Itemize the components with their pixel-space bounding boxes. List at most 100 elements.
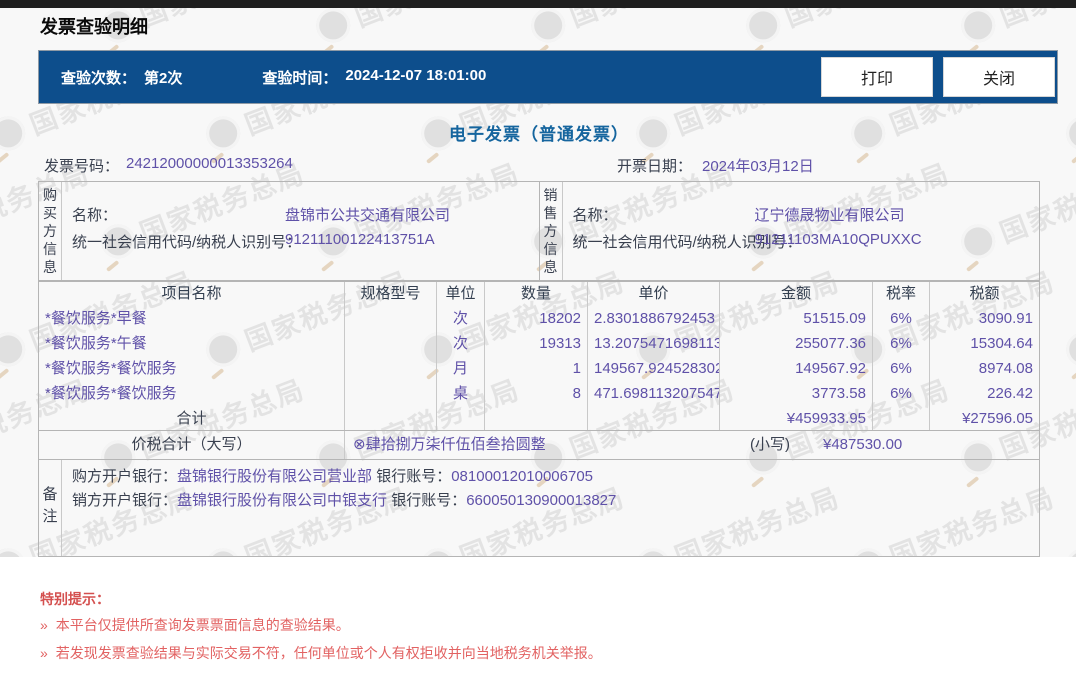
amount-cell: 255077.36 bbox=[720, 331, 873, 356]
page-title: 发票查验明细 bbox=[40, 17, 148, 37]
verification-toolbar: 查验次数： 第2次 查验时间： 2024-12-07 18:01:00 打印 关… bbox=[38, 50, 1058, 104]
unit-cell: 次 bbox=[437, 331, 485, 356]
buyer-account-number: 08100012010006705 bbox=[451, 468, 594, 485]
invoice-meta-row: 发票号码： 24212000000013353264 开票日期： 2024年03… bbox=[38, 155, 1040, 175]
seller-account-label: 银行账号： bbox=[387, 492, 467, 509]
bullet-icon: » bbox=[40, 617, 48, 633]
tax-sum-row: 价税合计（大写） ⊗肆拾捌万柒仟伍佰叁拾圆整 (小写) ¥487530.00 bbox=[38, 430, 1040, 460]
unit-cell: 月 bbox=[437, 356, 485, 381]
col-header-tax-rate: 税率 bbox=[873, 282, 930, 306]
invoice-number-label: 发票号码： bbox=[44, 158, 120, 175]
unit-cell: 桌 bbox=[437, 381, 485, 406]
empty-cell bbox=[873, 406, 930, 431]
empty-cell bbox=[485, 406, 588, 431]
seller-section: 销售方信息 名称： 辽宁德晟物业有限公司 统一社会信用代码/纳税人识别号： 91… bbox=[540, 182, 1040, 280]
amount-small-value: ¥487530.00 bbox=[823, 436, 903, 453]
tax-rate-cell: 6% bbox=[873, 306, 930, 331]
check-count-label: 查验次数： bbox=[61, 69, 137, 87]
tax-amount-cell: 8974.08 bbox=[978, 360, 1033, 377]
empty-cell bbox=[437, 406, 485, 431]
remarks-box: 备注 购方开户银行：盘锦银行股份有限公司营业部 银行账号：08100012010… bbox=[38, 460, 1040, 557]
quantity-cell: 19313 bbox=[485, 331, 588, 356]
special-note-title: 特别提示： bbox=[40, 591, 110, 607]
total-tax: ¥27596.05 bbox=[962, 410, 1033, 427]
bullet-icon: » bbox=[40, 645, 48, 661]
empty-cell bbox=[345, 406, 437, 431]
seller-name-label: 名称： bbox=[572, 207, 618, 224]
tax-amount-cell: 15304.64 bbox=[970, 335, 1033, 352]
seller-bank-name: 盘锦银行股份有限公司中银支行 bbox=[177, 492, 388, 509]
col-header-unit-price: 单价 bbox=[588, 282, 720, 306]
col-header-quantity: 数量 bbox=[485, 282, 588, 306]
buyer-account-label: 银行账号： bbox=[372, 468, 452, 485]
buyer-name-value: 盘锦市公共交通有限公司 bbox=[285, 207, 451, 224]
remarks-side-label: 备注 bbox=[39, 460, 62, 556]
buyer-side-label: 购买方信息 bbox=[39, 182, 62, 280]
remark-line: 购方开户银行：盘锦银行股份有限公司营业部 银行账号：08100012010006… bbox=[72, 465, 1029, 489]
col-header-unit: 单位 bbox=[437, 282, 485, 306]
remarks-content: 购方开户银行：盘锦银行股份有限公司营业部 银行账号：08100012010006… bbox=[62, 460, 1039, 556]
tax-rate-cell: 6% bbox=[873, 356, 930, 381]
tax-rate-cell: 6% bbox=[873, 331, 930, 356]
amount-cell: 3773.58 bbox=[720, 381, 873, 406]
party-info-box: 购买方信息 名称： 盘锦市公共交通有限公司 统一社会信用代码/纳税人识别号： 9… bbox=[38, 181, 1040, 281]
tax-amount-cell: 226.42 bbox=[987, 385, 1033, 402]
invoice-doc-title: 电子发票（普通发票） bbox=[449, 125, 629, 144]
table-row: *餐饮服务*餐饮服务 桌 8 471.698113207547 3773.58 … bbox=[39, 381, 1039, 406]
buyer-content: 名称： 盘锦市公共交通有限公司 统一社会信用代码/纳税人识别号： 9121110… bbox=[62, 182, 539, 280]
amount-cell: 51515.09 bbox=[720, 306, 873, 331]
table-row: *餐饮服务*午餐 次 19313 13.2075471698113 255077… bbox=[39, 331, 1039, 356]
seller-side-label: 销售方信息 bbox=[540, 182, 563, 280]
spec-cell bbox=[345, 381, 437, 406]
quantity-cell: 1 bbox=[485, 356, 588, 381]
buyer-taxid-value: 91211100122413751A bbox=[285, 231, 435, 248]
toolbar-buttons: 打印 关闭 bbox=[821, 57, 1055, 97]
seller-name-value: 辽宁德晟物业有限公司 bbox=[754, 207, 905, 224]
buyer-section: 购买方信息 名称： 盘锦市公共交通有限公司 统一社会信用代码/纳税人识别号： 9… bbox=[39, 182, 540, 280]
check-time-label: 查验时间： bbox=[262, 69, 338, 87]
item-name-cell: *餐饮服务*餐饮服务 bbox=[39, 381, 345, 406]
unit-price-cell: 149567.924528302 bbox=[588, 356, 720, 381]
close-button[interactable]: 关闭 bbox=[943, 57, 1055, 97]
remark-line: 销方开户银行：盘锦银行股份有限公司中银支行 银行账号：6600501309000… bbox=[72, 489, 1029, 513]
unit-price-cell: 471.698113207547 bbox=[588, 381, 720, 406]
tax-sum-content: ⊗肆拾捌万柒仟伍佰叁拾圆整 (小写) ¥487530.00 bbox=[345, 431, 1039, 459]
items-table: 项目名称 规格型号 单位 数量 单价 金额 税率 税额 *餐饮服务*早餐 次 1… bbox=[38, 281, 1040, 431]
note-item: » 本平台仅提供所查询发票票面信息的查验结果。 bbox=[40, 615, 350, 635]
table-row: *餐饮服务*早餐 次 18202 2.8301886792453 51515.0… bbox=[39, 306, 1039, 331]
seller-bank-label: 销方开户银行： bbox=[72, 492, 178, 509]
check-time-value: 2024-12-07 18:01:00 bbox=[345, 66, 487, 84]
col-header-item-name: 项目名称 bbox=[39, 282, 345, 306]
amount-small-label: (小写) bbox=[750, 436, 790, 453]
buyer-taxid-label: 统一社会信用代码/纳税人识别号： bbox=[72, 234, 302, 251]
empty-cell bbox=[588, 406, 720, 431]
note-text: 若发现发票查验结果与实际交易不符，任何单位或个人有权拒收并向当地税务机关举报。 bbox=[55, 645, 602, 661]
total-amount: ¥459933.95 bbox=[720, 406, 873, 431]
tax-amount-cell: 3090.91 bbox=[978, 310, 1033, 327]
table-header-row: 项目名称 规格型号 单位 数量 单价 金额 税率 税额 bbox=[39, 282, 1039, 306]
item-name-cell: *餐饮服务*午餐 bbox=[39, 331, 345, 356]
amount-cell: 149567.92 bbox=[720, 356, 873, 381]
total-label: 合计 bbox=[39, 406, 345, 431]
seller-content: 名称： 辽宁德晟物业有限公司 统一社会信用代码/纳税人识别号： 91211103… bbox=[563, 182, 1040, 280]
check-count: 查验次数： 第2次 bbox=[61, 67, 182, 88]
unit-price-cell: 2.8301886792453 bbox=[588, 306, 720, 331]
quantity-cell: 18202 bbox=[485, 306, 588, 331]
note-item: » 若发现发票查验结果与实际交易不符，任何单位或个人有权拒收并向当地税务机关举报。 bbox=[40, 643, 602, 663]
print-button[interactable]: 打印 bbox=[821, 57, 933, 97]
col-header-amount: 金额 bbox=[720, 282, 873, 306]
item-name-cell: *餐饮服务*餐饮服务 bbox=[39, 356, 345, 381]
unit-price-cell: 13.2075471698113 bbox=[588, 331, 720, 356]
invoice-date-label: 开票日期： bbox=[617, 158, 693, 175]
invoice-date-value: 2024年03月12日 bbox=[702, 158, 814, 175]
buyer-bank-name: 盘锦银行股份有限公司营业部 bbox=[177, 468, 373, 485]
check-count-value: 第2次 bbox=[144, 69, 183, 87]
seller-account-number: 660050130900013827 bbox=[466, 492, 617, 509]
check-time: 查验时间： 2024-12-07 18:01:00 bbox=[262, 67, 486, 88]
invoice-verification-page: 国家税务总局国家税务总局国家税务总局国家税务总局国家税务总局国家税务总局国家税务… bbox=[0, 0, 1076, 677]
amount-in-words: ⊗肆拾捌万柒仟伍佰叁拾圆整 bbox=[353, 436, 546, 453]
spec-cell bbox=[345, 331, 437, 356]
total-row: 合计 ¥459933.95 ¥27596.05 bbox=[39, 406, 1039, 431]
